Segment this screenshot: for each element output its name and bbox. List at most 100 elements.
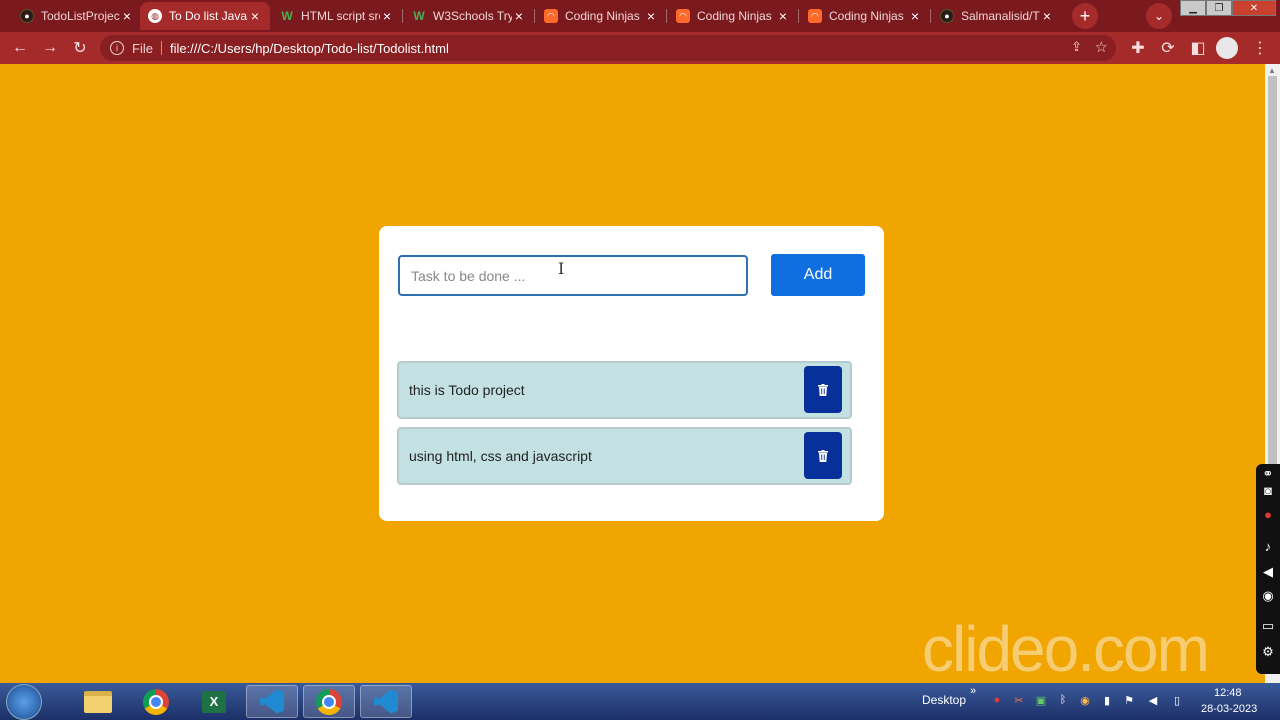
new-tab-button[interactable]: + [1072,3,1098,29]
coding-ninjas-icon: ◠ [544,9,558,23]
taskbar-file-explorer[interactable] [72,685,124,718]
site-info-chip[interactable]: File [132,41,153,56]
browser-tab[interactable]: ◠ Coding Ninjas × [668,2,799,30]
sync-icon[interactable]: ⟳ [1156,36,1180,60]
speaker-icon[interactable]: ◀ [1260,564,1276,580]
vscode-icon [260,689,284,714]
app-tray-icon[interactable]: ✂ [1012,693,1026,707]
url-text[interactable]: file:///C:/Users/hp/Desktop/Todo-list/To… [170,41,449,56]
folder-icon [84,690,112,713]
page-viewport: I Add this is Todo project using html, c… [0,64,1265,685]
tab-title: TodoListProject [41,9,120,23]
close-icon[interactable]: × [512,9,526,23]
volume-icon[interactable]: ◀ [1146,693,1160,707]
taskbar-vscode[interactable] [360,685,412,718]
task-item: this is Todo project [397,361,852,419]
browser-tab[interactable]: ◠ Coding Ninjas × [536,2,667,30]
record-icon[interactable]: ● [990,693,1004,707]
address-bar[interactable]: i File file:///C:/Users/hp/Desktop/Todo-… [100,35,1116,61]
excel-icon: X [202,690,226,713]
chevron-right-icon[interactable]: » [970,685,976,697]
app-tray-icon[interactable]: ◉ [1078,693,1092,707]
taskbar-chrome-active[interactable] [303,685,355,718]
browser-tab[interactable]: W W3Schools Tryit × [404,2,535,30]
tab-separator [534,9,535,23]
tab-title: Coding Ninjas [565,9,640,23]
minimize-icon: ▁ [1189,2,1197,14]
browser-tab-active[interactable]: ◍ To Do list JavaScript × [140,2,270,30]
extensions-puzzle-icon[interactable]: ✚ [1126,36,1150,60]
back-button[interactable]: ← [8,36,32,60]
flag-icon[interactable]: ⚑ [1122,693,1136,707]
todo-container: I Add this is Todo project using html, c… [379,226,884,521]
maximize-button[interactable]: ❐ [1206,0,1232,16]
start-button[interactable] [6,684,42,720]
chevron-down-icon: ⌄ [1153,9,1165,23]
side-panel-icon[interactable]: ◧ [1186,36,1210,60]
task-input[interactable] [398,255,748,296]
tab-title: Coding Ninjas [829,9,904,23]
browser-tab[interactable]: ◠ Coding Ninjas × [800,2,931,30]
watermark: clideo.com [922,613,1210,685]
browser-toolbar: ← → ↻ i File file:///C:/Users/hp/Desktop… [0,32,1280,64]
desktop-toolbar-label[interactable]: Desktop [922,693,966,707]
delete-task-button[interactable] [804,432,842,479]
close-icon[interactable]: × [908,9,922,23]
task-text: using html, css and javascript [409,448,592,464]
taskbar-excel[interactable]: X [188,685,240,718]
close-icon[interactable]: × [380,9,394,23]
close-icon[interactable]: × [248,9,262,23]
reload-button[interactable]: ↻ [68,36,92,60]
coding-ninjas-icon: ◠ [676,9,690,23]
link-icon[interactable]: ⚭ [1260,466,1276,482]
close-icon[interactable]: × [644,9,658,23]
gear-icon[interactable]: ⚙ [1260,644,1276,660]
close-icon[interactable]: × [776,9,790,23]
add-button[interactable]: Add [771,254,865,296]
info-icon[interactable]: i [110,41,124,55]
browser-tab[interactable]: ● TodoListProject × [12,2,142,30]
window-icon[interactable]: ▭ [1260,618,1276,634]
screen-icon[interactable]: ▣ [1034,693,1048,707]
address-separator [160,41,162,55]
github-icon: ● [940,9,954,23]
task-item: using html, css and javascript [397,427,852,485]
close-icon[interactable]: × [1040,9,1054,23]
tab-separator [930,9,931,23]
kebab-menu-icon[interactable]: ⋮ [1248,36,1272,60]
delete-task-button[interactable] [804,366,842,413]
browser-tab[interactable]: ● Salmanalisid/T × [932,2,1062,30]
tab-title: HTML script src [301,9,380,23]
taskbar-chrome[interactable] [130,685,182,718]
tab-separator [666,9,667,23]
tab-strip: ● TodoListProject × ◍ To Do list JavaScr… [0,0,1280,32]
battery-icon[interactable]: ▯ [1170,693,1184,707]
scroll-up-icon[interactable]: ▲ [1268,66,1276,75]
taskbar-vscode[interactable] [246,685,298,718]
clock-date[interactable]: 28-03-2023 [1201,703,1257,715]
share-icon[interactable]: ⇪ [1071,39,1082,55]
webcam-icon[interactable]: ◉ [1260,588,1276,604]
tab-separator [798,9,799,23]
browser-tab[interactable]: W HTML script src × [272,2,403,30]
minimize-button[interactable]: ▁ [1180,0,1206,16]
tab-search-button[interactable]: ⌄ [1146,3,1172,29]
forward-button[interactable]: → [38,36,62,60]
profile-avatar[interactable] [1216,37,1238,59]
bluetooth-icon[interactable]: ᛒ [1056,693,1070,707]
arrow-right-icon: → [42,39,58,56]
close-window-button[interactable]: ✕ [1232,0,1276,16]
text-cursor-icon: I [558,259,565,278]
camera-icon[interactable]: ◙ [1260,482,1276,498]
bookmark-star-icon[interactable]: ☆ [1095,38,1108,56]
github-icon: ● [20,9,34,23]
close-icon[interactable]: × [120,9,134,23]
record-icon[interactable]: ● [1260,506,1276,522]
reload-icon: ↻ [73,40,87,57]
microphone-icon[interactable]: ♪ [1260,538,1276,554]
clock-time[interactable]: 12:48 [1214,687,1242,699]
tab-title: Salmanalisid/T [961,9,1040,23]
signal-icon[interactable]: ▮ [1100,693,1114,707]
vscode-icon [374,689,398,714]
tab-separator [402,9,403,23]
